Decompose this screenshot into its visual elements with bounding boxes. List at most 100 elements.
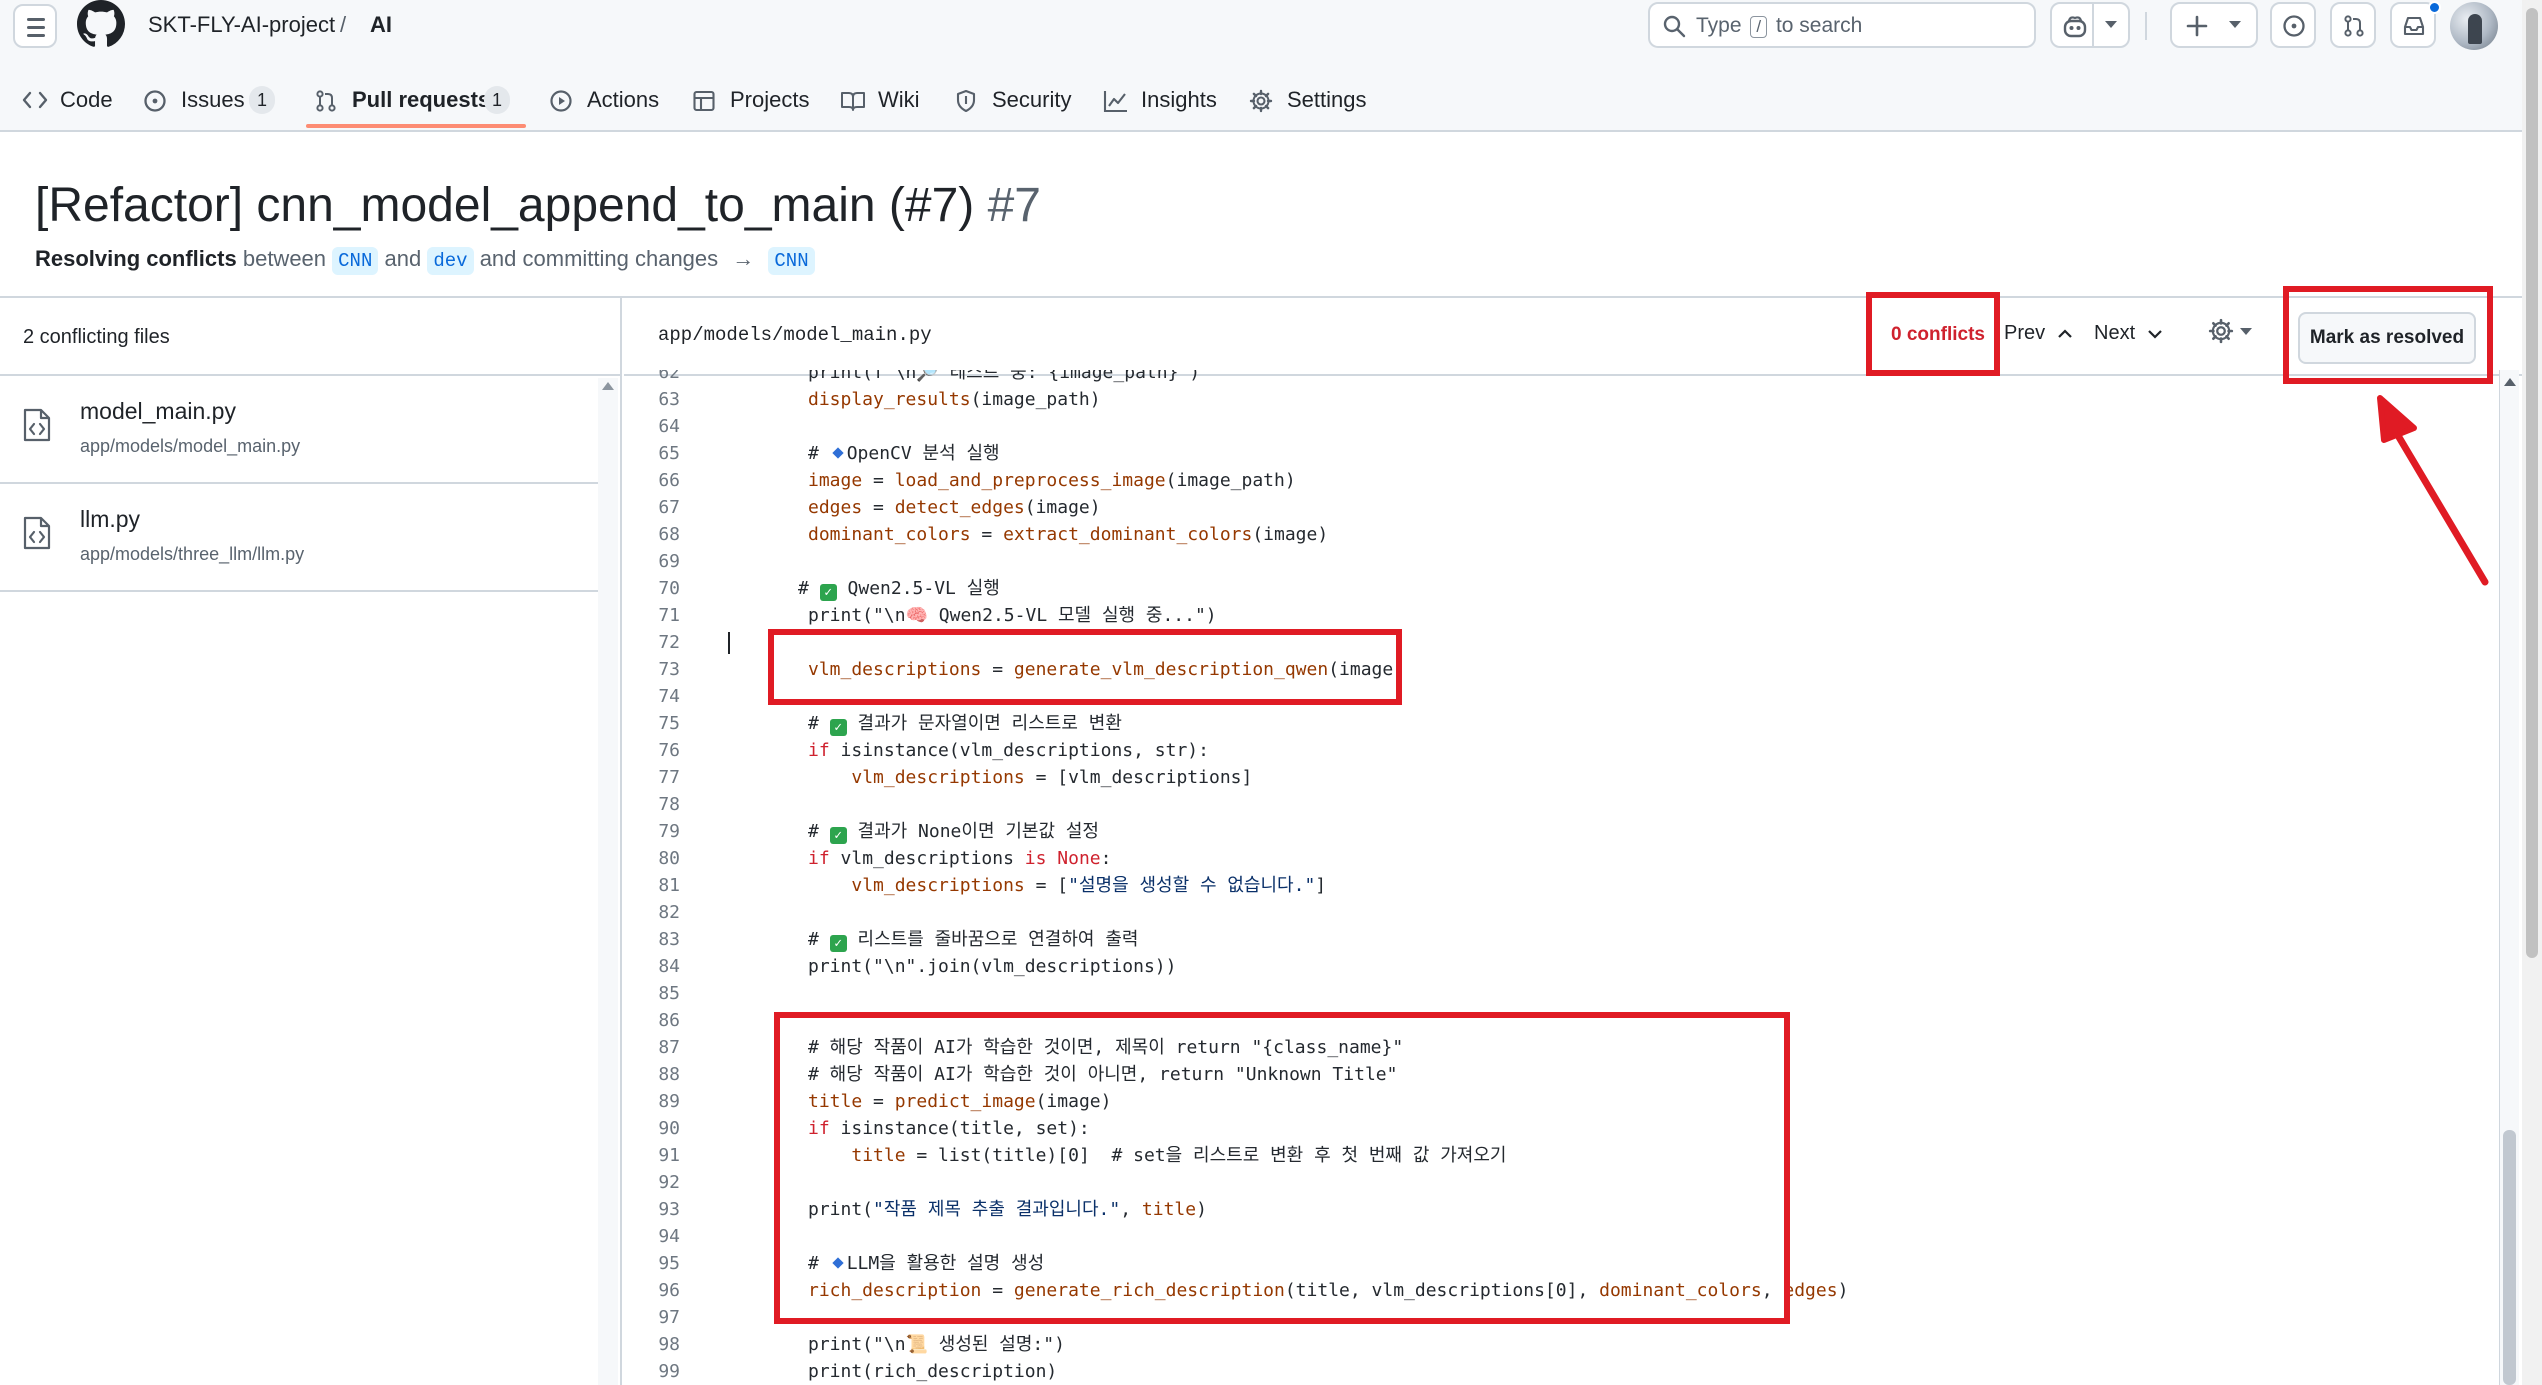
- line-source: edges = detect_edges(image): [808, 497, 1101, 518]
- next-conflict-button[interactable]: Next: [2094, 322, 2163, 345]
- code-line[interactable]: 80 if vlm_descriptions is None:: [624, 845, 2499, 872]
- code-line[interactable]: 94: [624, 1223, 2499, 1250]
- line-source: if isinstance(title, set):: [808, 1118, 1090, 1139]
- line-number: 67: [658, 497, 680, 518]
- caret-down-icon: [2240, 328, 2253, 335]
- code-line[interactable]: 87 # 해당 작품이 AI가 학습한 것이면, 제목이 return "{cla…: [624, 1034, 2499, 1061]
- line-source: print("\n🧠 Qwen2.5-VL 모델 실행 중..."): [808, 605, 1217, 626]
- menu-icon: [27, 18, 45, 21]
- code-editor[interactable]: 62 print(f"\n🔎 테스트 중: {image_path}") 63 dis…: [624, 370, 2499, 1385]
- code-line[interactable]: 71 print("\n🧠 Qwen2.5-VL 모델 실행 중..."): [624, 602, 2499, 629]
- user-avatar[interactable]: [2450, 2, 2498, 50]
- code-line[interactable]: 91 title = list(title)[0] # set을 리스트로 변환…: [624, 1142, 2499, 1169]
- breadcrumb-org[interactable]: SKT-FLY-AI-project: [148, 10, 335, 40]
- code-line[interactable]: 62 print(f"\n🔎 테스트 중: {image_path}"): [624, 370, 2499, 386]
- pull-requests-button[interactable]: [2330, 2, 2376, 48]
- table-icon: [693, 90, 715, 112]
- code-line[interactable]: 72: [624, 629, 2499, 656]
- chevron-down-icon: [2105, 21, 2117, 28]
- line-number: 97: [658, 1307, 680, 1328]
- code-line[interactable]: 95 # LLM을 활용한 설명 생성: [624, 1250, 2499, 1277]
- search-input[interactable]: Type / to search: [1648, 2, 2036, 48]
- scroll-up-arrow-icon[interactable]: [602, 382, 614, 390]
- page-scrollbar[interactable]: [2522, 0, 2542, 1385]
- chevron-down-icon: [2229, 21, 2241, 28]
- mark-as-resolved-button[interactable]: Mark as resolved: [2298, 312, 2476, 364]
- code-line[interactable]: 77 vlm_descriptions = [vlm_descriptions]: [624, 764, 2499, 791]
- editor-settings-button[interactable]: [2208, 318, 2253, 349]
- code-line[interactable]: 73 vlm_descriptions = generate_vlm_descri…: [624, 656, 2499, 683]
- line-source: if isinstance(vlm_descriptions, str):: [808, 740, 1209, 761]
- target-branch-label[interactable]: CNN: [768, 247, 815, 275]
- issues-button[interactable]: [2270, 2, 2316, 48]
- line-number: 66: [658, 470, 680, 491]
- menu-button[interactable]: [13, 4, 57, 48]
- search-placeholder: Type / to search: [1696, 14, 1863, 38]
- line-number: 77: [658, 767, 680, 788]
- code-line[interactable]: 63 display_results(image_path): [624, 386, 2499, 413]
- line-number: 89: [658, 1091, 680, 1112]
- code-line[interactable]: 93 print("작품 제목 추출 결과입니다.", title): [624, 1196, 2499, 1223]
- line-number: 83: [658, 929, 680, 950]
- code-line[interactable]: 89 title = predict_image(image): [624, 1088, 2499, 1115]
- code-line[interactable]: 82: [624, 899, 2499, 926]
- copilot-icon: [2063, 16, 2087, 38]
- search-icon: [1663, 15, 1686, 38]
- code-line[interactable]: 81 vlm_descriptions = ["설명을 생성할 수 없습니다."…: [624, 872, 2499, 899]
- code-line[interactable]: 83 # ✓ 리스트를 줄바꿈으로 연결하여 출력: [624, 926, 2499, 953]
- code-line[interactable]: 70 # ✓ Qwen2.5-VL 실행: [624, 575, 2499, 602]
- github-logo-icon[interactable]: [77, 0, 125, 48]
- code-line[interactable]: 69: [624, 548, 2499, 575]
- code-line[interactable]: 96 rich_description = generate_rich_descr…: [624, 1277, 2499, 1304]
- line-number: 72: [658, 632, 680, 653]
- code-line[interactable]: 99 print(rich_description): [624, 1358, 2499, 1385]
- code-line[interactable]: 67 edges = detect_edges(image): [624, 494, 2499, 521]
- code-line[interactable]: 85: [624, 980, 2499, 1007]
- code-line[interactable]: 86: [624, 1007, 2499, 1034]
- code-line[interactable]: 66 image = load_and_preprocess_image(imag…: [624, 467, 2499, 494]
- line-number: 79: [658, 821, 680, 842]
- code-line[interactable]: 88 # 해당 작품이 AI가 학습한 것이 아니면, return "Unkno…: [624, 1061, 2499, 1088]
- line-number: 90: [658, 1118, 680, 1139]
- code-line[interactable]: 84 print("\n".join(vlm_descriptions)): [624, 953, 2499, 980]
- code-line[interactable]: 98 print("\n📜 생성된 설명:"): [624, 1331, 2499, 1358]
- code-line[interactable]: 64: [624, 413, 2499, 440]
- play-icon: [550, 90, 572, 112]
- file-item[interactable]: model_main.py app/models/model_main.py: [0, 376, 598, 484]
- line-number: 63: [658, 389, 680, 410]
- file-list-scrollbar[interactable]: [598, 378, 618, 1385]
- file-item[interactable]: llm.py app/models/three_llm/llm.py: [0, 484, 598, 592]
- conflict-count: 0 conflicts: [1891, 324, 1985, 345]
- line-number: 75: [658, 713, 680, 734]
- shield-icon: [956, 89, 976, 113]
- page-scrollbar-thumb[interactable]: [2526, 8, 2538, 958]
- code-line[interactable]: 97: [624, 1304, 2499, 1331]
- line-number: 64: [658, 416, 680, 437]
- code-line[interactable]: 90 if isinstance(title, set):: [624, 1115, 2499, 1142]
- copilot-button[interactable]: [2050, 2, 2130, 48]
- head-branch-label[interactable]: dev: [427, 247, 474, 275]
- prev-conflict-button[interactable]: Prev: [2004, 322, 2073, 345]
- gear-icon: [1249, 89, 1273, 113]
- code-line[interactable]: 68 dominant_colors = extract_dominant_col…: [624, 521, 2499, 548]
- git-pull-request-icon: [2344, 15, 2364, 37]
- line-source: vlm_descriptions = [vlm_descriptions]: [851, 767, 1253, 788]
- code-line[interactable]: 78: [624, 791, 2499, 818]
- code-line[interactable]: 79 # ✓ 결과가 None이면 기본값 설정: [624, 818, 2499, 845]
- issue-opened-icon: [2283, 15, 2305, 37]
- code-line[interactable]: 76 if isinstance(vlm_descriptions, str):: [624, 737, 2499, 764]
- line-source: # ✓ 리스트를 줄바꿈으로 연결하여 출력: [808, 929, 1139, 952]
- chevron-up-icon: [2057, 329, 2072, 338]
- line-number: 93: [658, 1199, 680, 1220]
- code-line[interactable]: 65 # OpenCV 분석 실행: [624, 440, 2499, 467]
- code-line[interactable]: 74: [624, 683, 2499, 710]
- code-line[interactable]: 75 # ✓ 결과가 문자열이면 리스트로 변환: [624, 710, 2499, 737]
- breadcrumb-repo[interactable]: AI: [370, 10, 392, 40]
- base-branch-label[interactable]: CNN: [332, 247, 379, 275]
- page-title: [Refactor] cnn_model_append_to_main (#7)…: [35, 179, 1041, 232]
- chevron-down-icon: [2147, 330, 2162, 339]
- code-line[interactable]: 92: [624, 1169, 2499, 1196]
- editor-scrollbar-thumb[interactable]: [2503, 1130, 2516, 1385]
- create-new-button[interactable]: [2170, 2, 2258, 48]
- line-number: 76: [658, 740, 680, 761]
